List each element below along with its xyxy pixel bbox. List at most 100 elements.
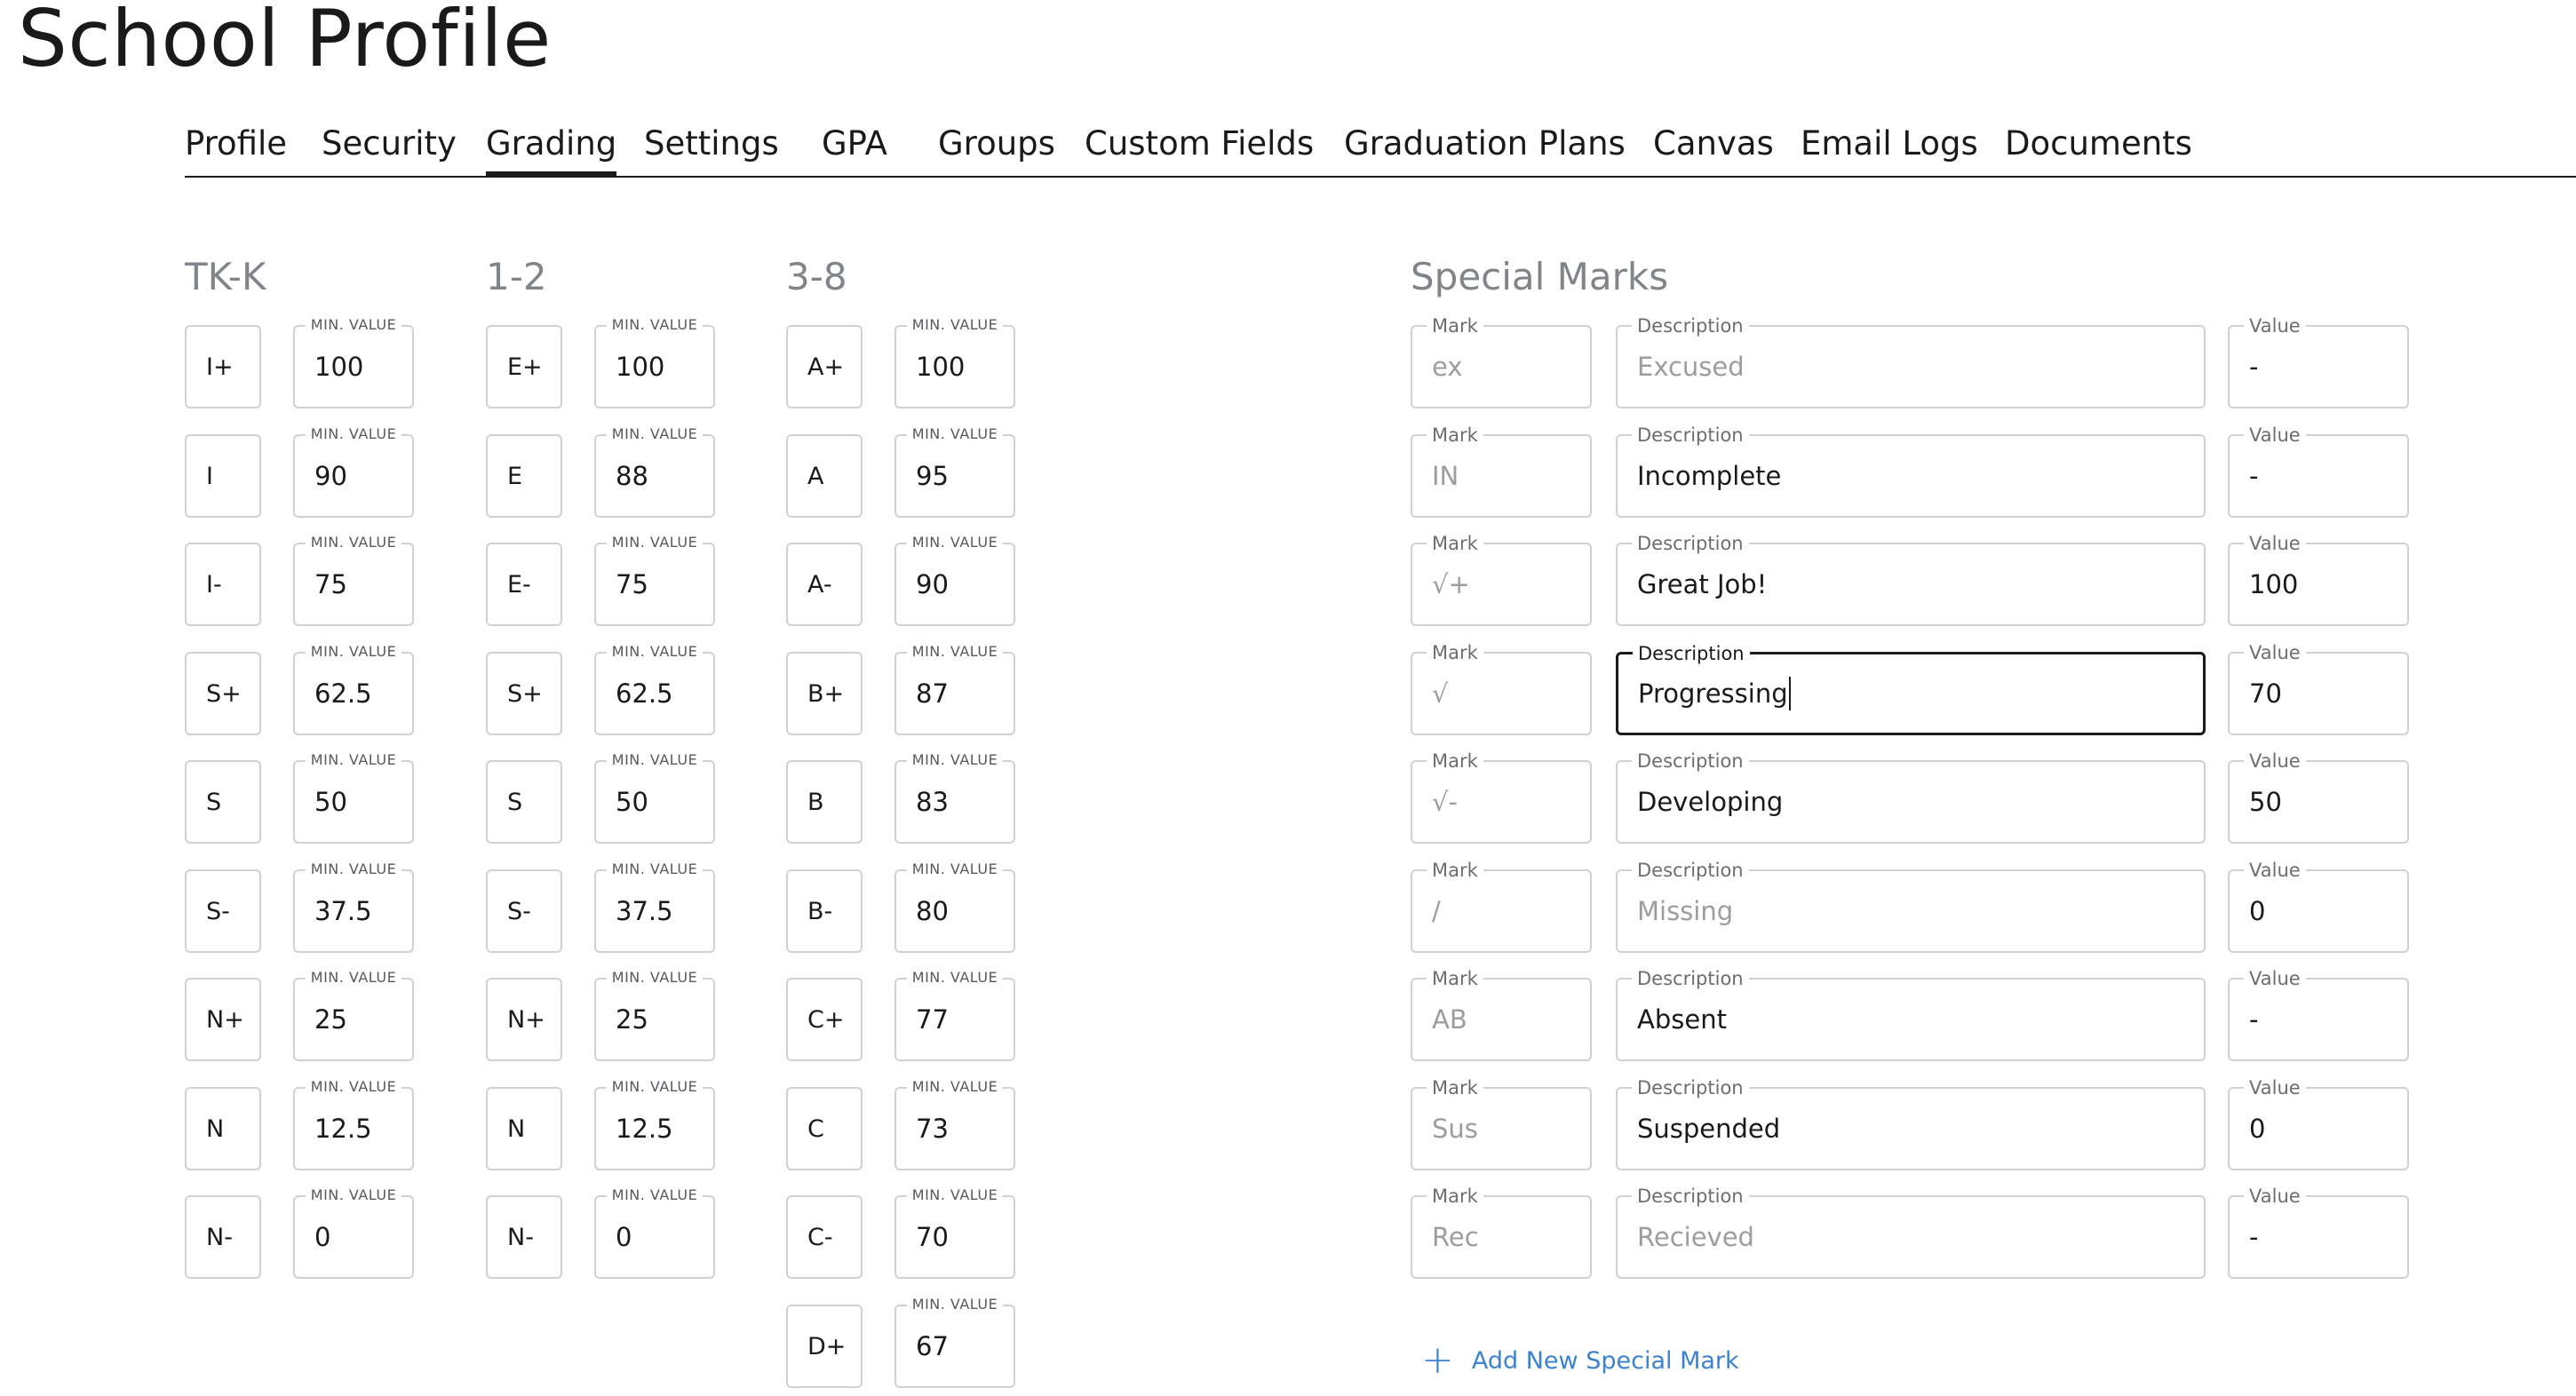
- min-value-text: 0: [314, 1222, 331, 1252]
- grade-mark-field[interactable]: A+: [786, 325, 863, 408]
- min-value-field[interactable]: MIN. VALUE 90: [293, 425, 414, 518]
- grade-mark-field[interactable]: C+: [786, 978, 863, 1061]
- grade-mark-field[interactable]: S: [185, 760, 261, 844]
- special-value-field[interactable]: Value -: [2228, 315, 2409, 408]
- min-value-label: MIN. VALUE: [606, 534, 704, 551]
- grade-mark-field[interactable]: S-: [486, 869, 562, 953]
- min-value-field[interactable]: MIN. VALUE 80: [894, 861, 1015, 953]
- min-value-field[interactable]: MIN. VALUE 0: [293, 1186, 414, 1279]
- min-value-field[interactable]: MIN. VALUE 12.5: [594, 1078, 715, 1170]
- special-value-field[interactable]: Value -: [2228, 1186, 2409, 1279]
- min-value-field[interactable]: MIN. VALUE 37.5: [293, 861, 414, 953]
- min-value-field[interactable]: MIN. VALUE 37.5: [594, 861, 715, 953]
- special-value-field[interactable]: Value 70: [2228, 642, 2409, 735]
- grade-mark-field[interactable]: I: [185, 434, 261, 518]
- min-value-field[interactable]: MIN. VALUE 0: [594, 1186, 715, 1279]
- min-value-text: 100: [916, 352, 966, 382]
- min-value-field[interactable]: MIN. VALUE 50: [293, 751, 414, 844]
- grade-mark-field[interactable]: S+: [486, 652, 562, 735]
- special-description-field[interactable]: Description Incomplete: [1616, 424, 2206, 518]
- min-value-field[interactable]: MIN. VALUE 77: [894, 969, 1015, 1061]
- min-value-field[interactable]: MIN. VALUE 100: [293, 316, 414, 408]
- special-mark-field[interactable]: Mark √-: [1411, 750, 1592, 844]
- special-description-field[interactable]: Description Excused: [1616, 315, 2206, 408]
- special-mark-field[interactable]: Mark √: [1411, 642, 1592, 735]
- grade-mark-field[interactable]: E+: [486, 325, 562, 408]
- min-value-field[interactable]: MIN. VALUE 87: [894, 643, 1015, 735]
- min-value-field[interactable]: MIN. VALUE 100: [594, 316, 715, 408]
- special-description-field[interactable]: Description Recieved: [1616, 1186, 2206, 1279]
- min-value-field[interactable]: MIN. VALUE 25: [594, 969, 715, 1061]
- grade-mark-field[interactable]: C-: [786, 1195, 863, 1279]
- special-value-field[interactable]: Value 0: [2228, 860, 2409, 953]
- tab-settings[interactable]: Settings: [644, 123, 779, 176]
- min-value-field[interactable]: MIN. VALUE 75: [293, 534, 414, 626]
- tab-canvas[interactable]: Canvas: [1653, 123, 1774, 176]
- min-value-field[interactable]: MIN. VALUE 70: [894, 1186, 1015, 1279]
- grade-mark-field[interactable]: E: [486, 434, 562, 518]
- tab-custom-fields[interactable]: Custom Fields: [1085, 123, 1314, 176]
- grade-mark-field[interactable]: B: [786, 760, 863, 844]
- tab-email-logs[interactable]: Email Logs: [1801, 123, 1978, 176]
- grade-mark-field[interactable]: C: [786, 1087, 863, 1170]
- grade-mark-field[interactable]: S-: [185, 869, 261, 953]
- grade-mark-field[interactable]: N: [185, 1087, 261, 1170]
- tab-security[interactable]: Security: [322, 123, 457, 176]
- min-value-field[interactable]: MIN. VALUE 62.5: [293, 643, 414, 735]
- special-mark-field[interactable]: Mark ex: [1411, 315, 1592, 408]
- special-value-field[interactable]: Value 0: [2228, 1077, 2409, 1170]
- grade-mark-field[interactable]: N+: [486, 978, 562, 1061]
- min-value-text: 73: [916, 1114, 949, 1144]
- min-value-field[interactable]: MIN. VALUE 50: [594, 751, 715, 844]
- min-value-field[interactable]: MIN. VALUE 67: [894, 1296, 1015, 1388]
- grade-mark-field[interactable]: A: [786, 434, 863, 518]
- grade-mark-field[interactable]: D+: [786, 1305, 863, 1388]
- min-value-field[interactable]: MIN. VALUE 100: [894, 316, 1015, 408]
- min-value-field[interactable]: MIN. VALUE 83: [894, 751, 1015, 844]
- special-mark-field[interactable]: Mark Sus: [1411, 1077, 1592, 1170]
- special-value-field[interactable]: Value -: [2228, 968, 2409, 1061]
- min-value-field[interactable]: MIN. VALUE 62.5: [594, 643, 715, 735]
- special-mark-field[interactable]: Mark Rec: [1411, 1186, 1592, 1279]
- special-description-field[interactable]: Description Progressing: [1616, 643, 2206, 735]
- grade-mark-field[interactable]: S: [486, 760, 562, 844]
- grade-mark-field[interactable]: B+: [786, 652, 863, 735]
- min-value-field[interactable]: MIN. VALUE 73: [894, 1078, 1015, 1170]
- grade-mark-field[interactable]: A-: [786, 543, 863, 626]
- special-mark-field[interactable]: Mark /: [1411, 860, 1592, 953]
- grade-mark-field[interactable]: I+: [185, 325, 261, 408]
- special-mark-field[interactable]: Mark IN: [1411, 424, 1592, 518]
- grade-mark-field[interactable]: N-: [486, 1195, 562, 1279]
- special-value-field[interactable]: Value -: [2228, 424, 2409, 518]
- grade-mark-field[interactable]: N+: [185, 978, 261, 1061]
- special-description-field[interactable]: Description Developing: [1616, 750, 2206, 844]
- min-value-field[interactable]: MIN. VALUE 95: [894, 425, 1015, 518]
- grade-mark-field[interactable]: N-: [185, 1195, 261, 1279]
- tab-documents[interactable]: Documents: [2005, 123, 2192, 176]
- special-description-field[interactable]: Description Absent: [1616, 968, 2206, 1061]
- special-value-field[interactable]: Value 50: [2228, 750, 2409, 844]
- min-value-field[interactable]: MIN. VALUE 75: [594, 534, 715, 626]
- tab-grading[interactable]: Grading: [486, 123, 617, 176]
- tab-groups[interactable]: Groups: [938, 123, 1055, 176]
- add-special-mark-button[interactable]: + Add New Special Mark: [1421, 1341, 1739, 1380]
- tab-graduation-plans[interactable]: Graduation Plans: [1344, 123, 1626, 176]
- description-label: Description: [1632, 533, 1749, 554]
- tab-gpa[interactable]: GPA: [822, 123, 887, 176]
- special-mark-field[interactable]: Mark √+: [1411, 533, 1592, 626]
- special-mark-field[interactable]: Mark AB: [1411, 968, 1592, 1061]
- special-description-field[interactable]: Description Suspended: [1616, 1077, 2206, 1170]
- grade-mark-field[interactable]: B-: [786, 869, 863, 953]
- min-value-field[interactable]: MIN. VALUE 90: [894, 534, 1015, 626]
- min-value-field[interactable]: MIN. VALUE 12.5: [293, 1078, 414, 1170]
- tab-profile[interactable]: Profile: [185, 123, 287, 176]
- grade-mark-field[interactable]: E-: [486, 543, 562, 626]
- special-description-field[interactable]: Description Missing: [1616, 860, 2206, 953]
- special-description-field[interactable]: Description Great Job!: [1616, 533, 2206, 626]
- min-value-field[interactable]: MIN. VALUE 88: [594, 425, 715, 518]
- grade-mark-field[interactable]: S+: [185, 652, 261, 735]
- min-value-field[interactable]: MIN. VALUE 25: [293, 969, 414, 1061]
- grade-mark-field[interactable]: I-: [185, 543, 261, 626]
- special-value-field[interactable]: Value 100: [2228, 533, 2409, 626]
- grade-mark-field[interactable]: N: [486, 1087, 562, 1170]
